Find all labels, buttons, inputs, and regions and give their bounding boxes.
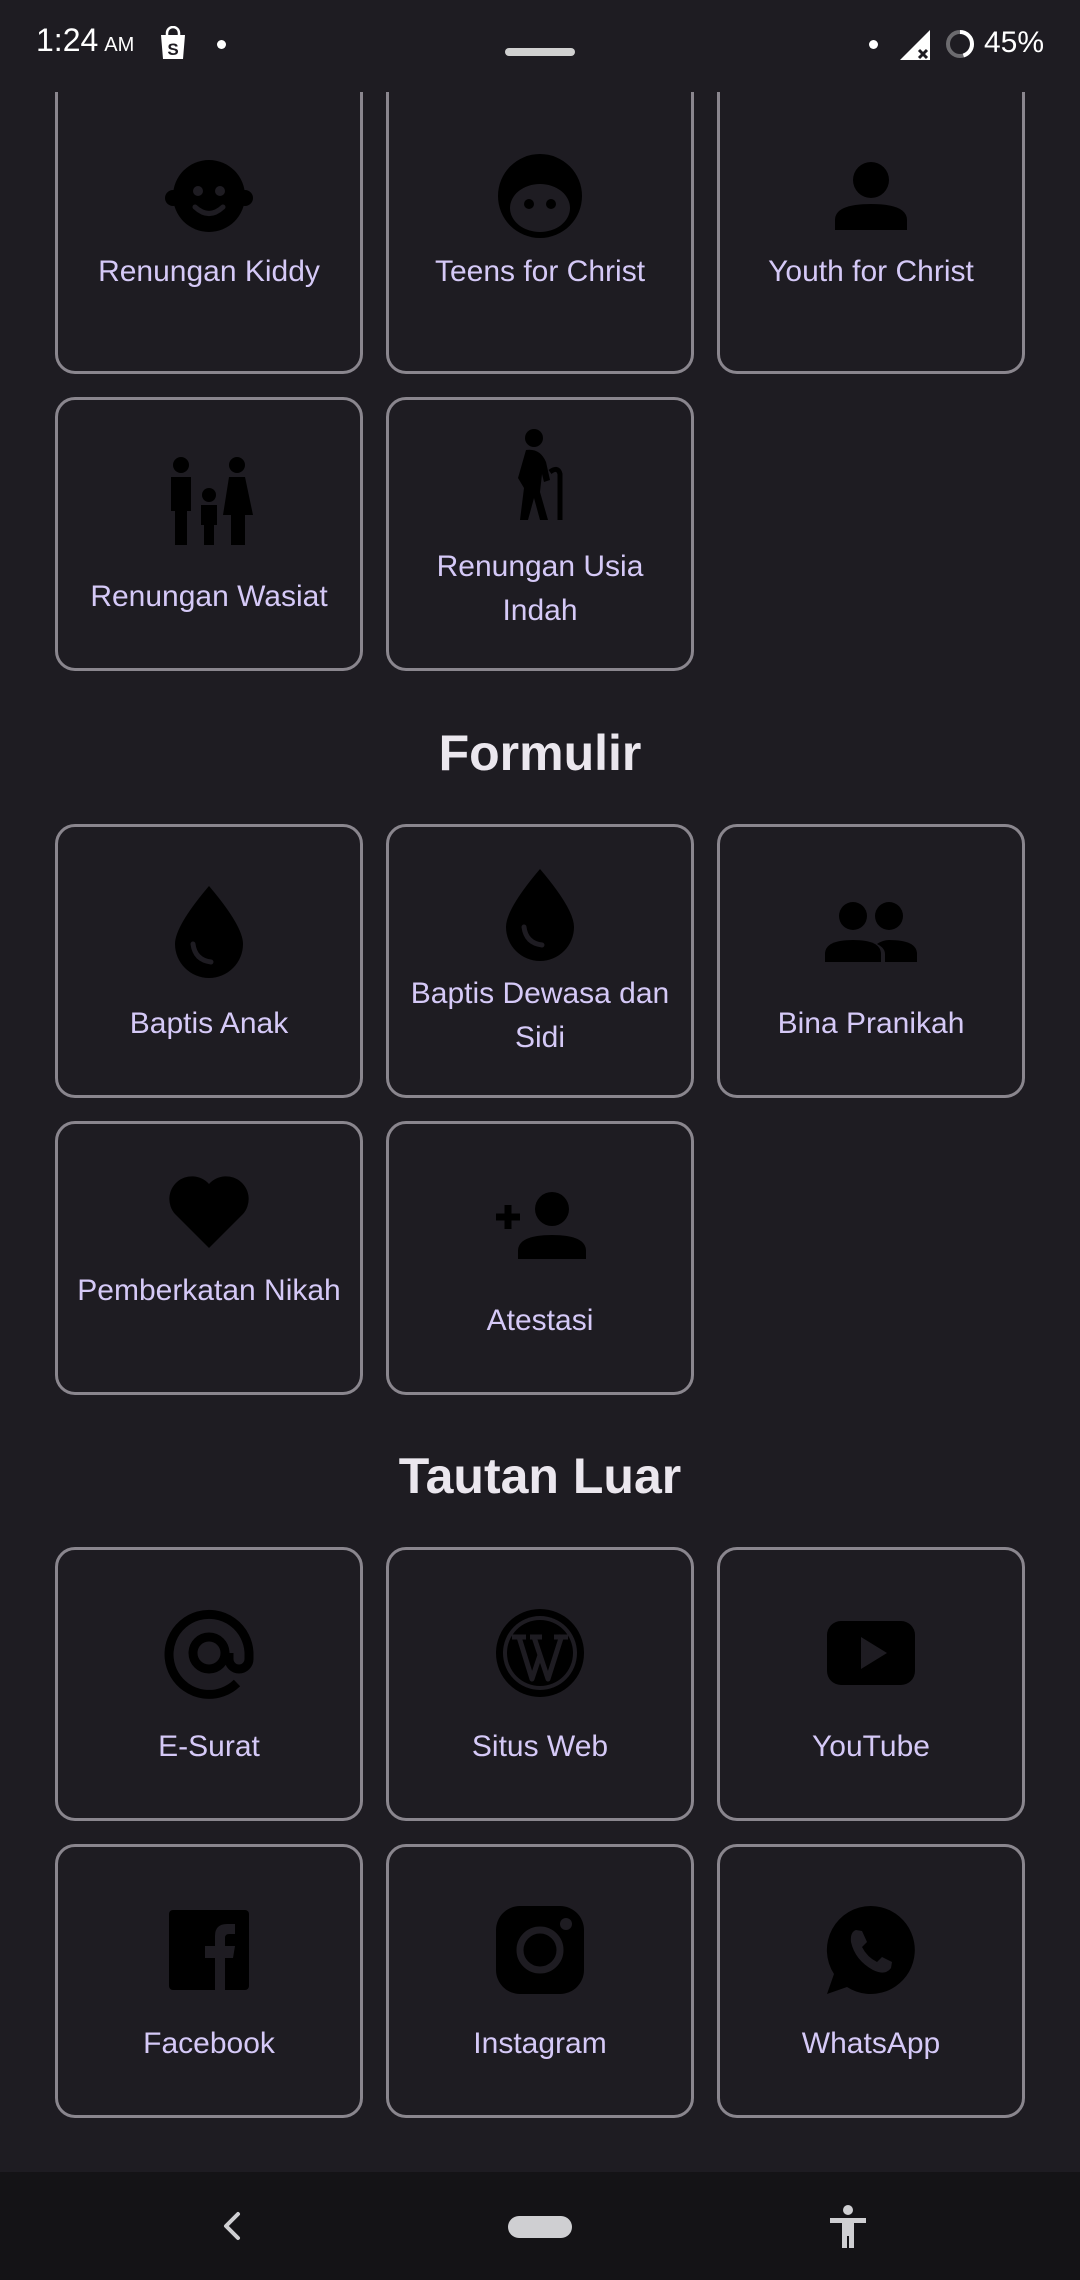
- person-add-icon: [492, 1179, 588, 1275]
- drag-handle[interactable]: [505, 48, 575, 56]
- card-whatsapp[interactable]: WhatsApp: [717, 1844, 1025, 2118]
- notification-dot-icon: [217, 40, 226, 49]
- menu-content[interactable]: Renungan Kiddy Teens for Christ Youth fo…: [0, 92, 1080, 2172]
- heart-icon: [161, 1162, 257, 1258]
- at-sign-icon: [161, 1605, 257, 1701]
- card-label: Teens for Christ: [434, 255, 646, 288]
- card-label: Atestasi: [486, 1304, 594, 1337]
- card-label: Facebook: [143, 2027, 275, 2060]
- home-pill-button[interactable]: [508, 2216, 572, 2238]
- card-bina-pranikah[interactable]: Bina Pranikah: [717, 824, 1025, 1098]
- clock-ampm: AM: [104, 34, 135, 56]
- back-icon[interactable]: [212, 2202, 252, 2250]
- card-baptis-dewasa-dan-sidi[interactable]: Baptis Dewasa dan Sidi: [386, 824, 694, 1098]
- clock-time: 1:24: [36, 22, 99, 58]
- wordpress-icon: [492, 1605, 588, 1701]
- card-pemberkatan-nikah[interactable]: Pemberkatan Nikah: [55, 1121, 363, 1395]
- card-label: Renungan Usia Indah: [436, 550, 644, 627]
- card-youtube[interactable]: YouTube: [717, 1547, 1025, 1821]
- elderly-icon: [492, 428, 588, 524]
- card-atestasi[interactable]: Atestasi: [386, 1121, 694, 1395]
- people-icon: [823, 882, 919, 978]
- card-label: Instagram: [473, 2027, 607, 2060]
- card-label: Pemberkatan Nikah: [77, 1274, 341, 1307]
- card-label: Baptis Dewasa dan Sidi: [410, 977, 670, 1054]
- card-e-surat[interactable]: E-Surat: [55, 1547, 363, 1821]
- battery-percent: 45%: [984, 26, 1045, 59]
- accessibility-icon[interactable]: [826, 2202, 870, 2250]
- card-baptis-anak[interactable]: Baptis Anak: [55, 824, 363, 1098]
- section-title-tautan-luar: Tautan Luar: [398, 1448, 682, 1504]
- card-label: YouTube: [812, 1730, 930, 1763]
- battery-icon: [944, 28, 976, 60]
- status-bar: 1:24 AM S 45%: [0, 0, 1080, 92]
- card-youth-for-christ[interactable]: Youth for Christ: [717, 92, 1025, 374]
- card-renungan-usia-indah[interactable]: Renungan Usia Indah: [386, 397, 694, 671]
- card-instagram[interactable]: Instagram: [386, 1844, 694, 2118]
- card-label: Baptis Anak: [129, 1007, 289, 1040]
- card-label: Renungan Wasiat: [90, 580, 328, 613]
- card-label: Youth for Christ: [768, 255, 974, 288]
- youtube-icon: [823, 1605, 919, 1701]
- navigation-bar: [0, 2172, 1080, 2280]
- person-icon: [823, 146, 919, 242]
- card-label: WhatsApp: [801, 2027, 941, 2060]
- instagram-icon: [492, 1902, 588, 1998]
- family-icon: [161, 455, 257, 551]
- card-label: Renungan Kiddy: [98, 255, 320, 288]
- card-label: Bina Pranikah: [777, 1007, 965, 1040]
- card-facebook[interactable]: Facebook: [55, 1844, 363, 2118]
- clock: 1:24 AM: [36, 22, 134, 59]
- shopping-bag-icon: S: [158, 25, 188, 60]
- facebook-icon: [161, 1902, 257, 1998]
- status-dot-icon: [869, 40, 878, 49]
- child-face-icon: [161, 146, 257, 242]
- card-teens-for-christ[interactable]: Teens for Christ: [386, 92, 694, 374]
- section-title-formulir: Formulir: [438, 725, 642, 781]
- card-label: Situs Web: [471, 1730, 609, 1763]
- signal-icon: [898, 28, 932, 62]
- svg-text:S: S: [167, 40, 178, 59]
- water-drop-icon: [161, 882, 257, 978]
- card-label: E-Surat: [158, 1730, 260, 1763]
- face-icon: [492, 146, 588, 242]
- card-renungan-wasiat[interactable]: Renungan Wasiat: [55, 397, 363, 671]
- water-drop-icon: [492, 865, 588, 961]
- whatsapp-icon: [823, 1902, 919, 1998]
- card-situs-web[interactable]: Situs Web: [386, 1547, 694, 1821]
- card-renungan-kiddy[interactable]: Renungan Kiddy: [55, 92, 363, 374]
